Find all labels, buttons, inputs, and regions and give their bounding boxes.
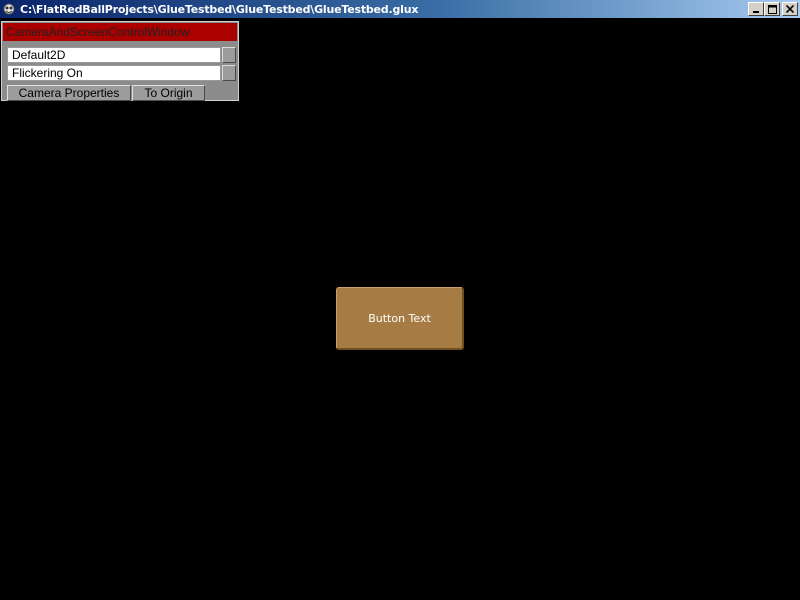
minimize-icon: [753, 11, 759, 13]
window-controls: [748, 2, 798, 16]
close-button[interactable]: [782, 2, 798, 16]
camera-mode-field[interactable]: Default2D: [7, 47, 221, 63]
center-button[interactable]: Button Text: [336, 287, 464, 350]
camera-control-window: CameraAndScreenControlWindow Default2D F…: [1, 21, 239, 101]
camera-mode-combobox[interactable]: Default2D: [7, 47, 237, 63]
app-window: C:\FlatRedBallProjects\GlueTestbed\GlueT…: [0, 0, 800, 600]
to-origin-button[interactable]: To Origin: [132, 85, 205, 101]
minimize-button[interactable]: [748, 2, 764, 16]
camera-properties-button[interactable]: Camera Properties: [7, 85, 131, 101]
center-button-label: Button Text: [368, 311, 431, 325]
flicker-mode-field[interactable]: Flickering On: [7, 65, 221, 81]
flicker-mode-combobox[interactable]: Flickering On: [7, 65, 237, 81]
window-title: C:\FlatRedBallProjects\GlueTestbed\GlueT…: [20, 2, 419, 16]
close-icon: [786, 5, 794, 13]
app-icon: [1, 1, 17, 17]
maximize-button[interactable]: [764, 2, 780, 16]
maximize-icon: [767, 4, 777, 14]
flicker-mode-dropdown-button[interactable]: [222, 65, 236, 81]
camera-mode-dropdown-button[interactable]: [222, 47, 236, 63]
game-viewport[interactable]: CameraAndScreenControlWindow Default2D F…: [0, 18, 800, 600]
camera-window-title[interactable]: CameraAndScreenControlWindow: [3, 23, 237, 41]
title-bar[interactable]: C:\FlatRedBallProjects\GlueTestbed\GlueT…: [0, 0, 800, 18]
